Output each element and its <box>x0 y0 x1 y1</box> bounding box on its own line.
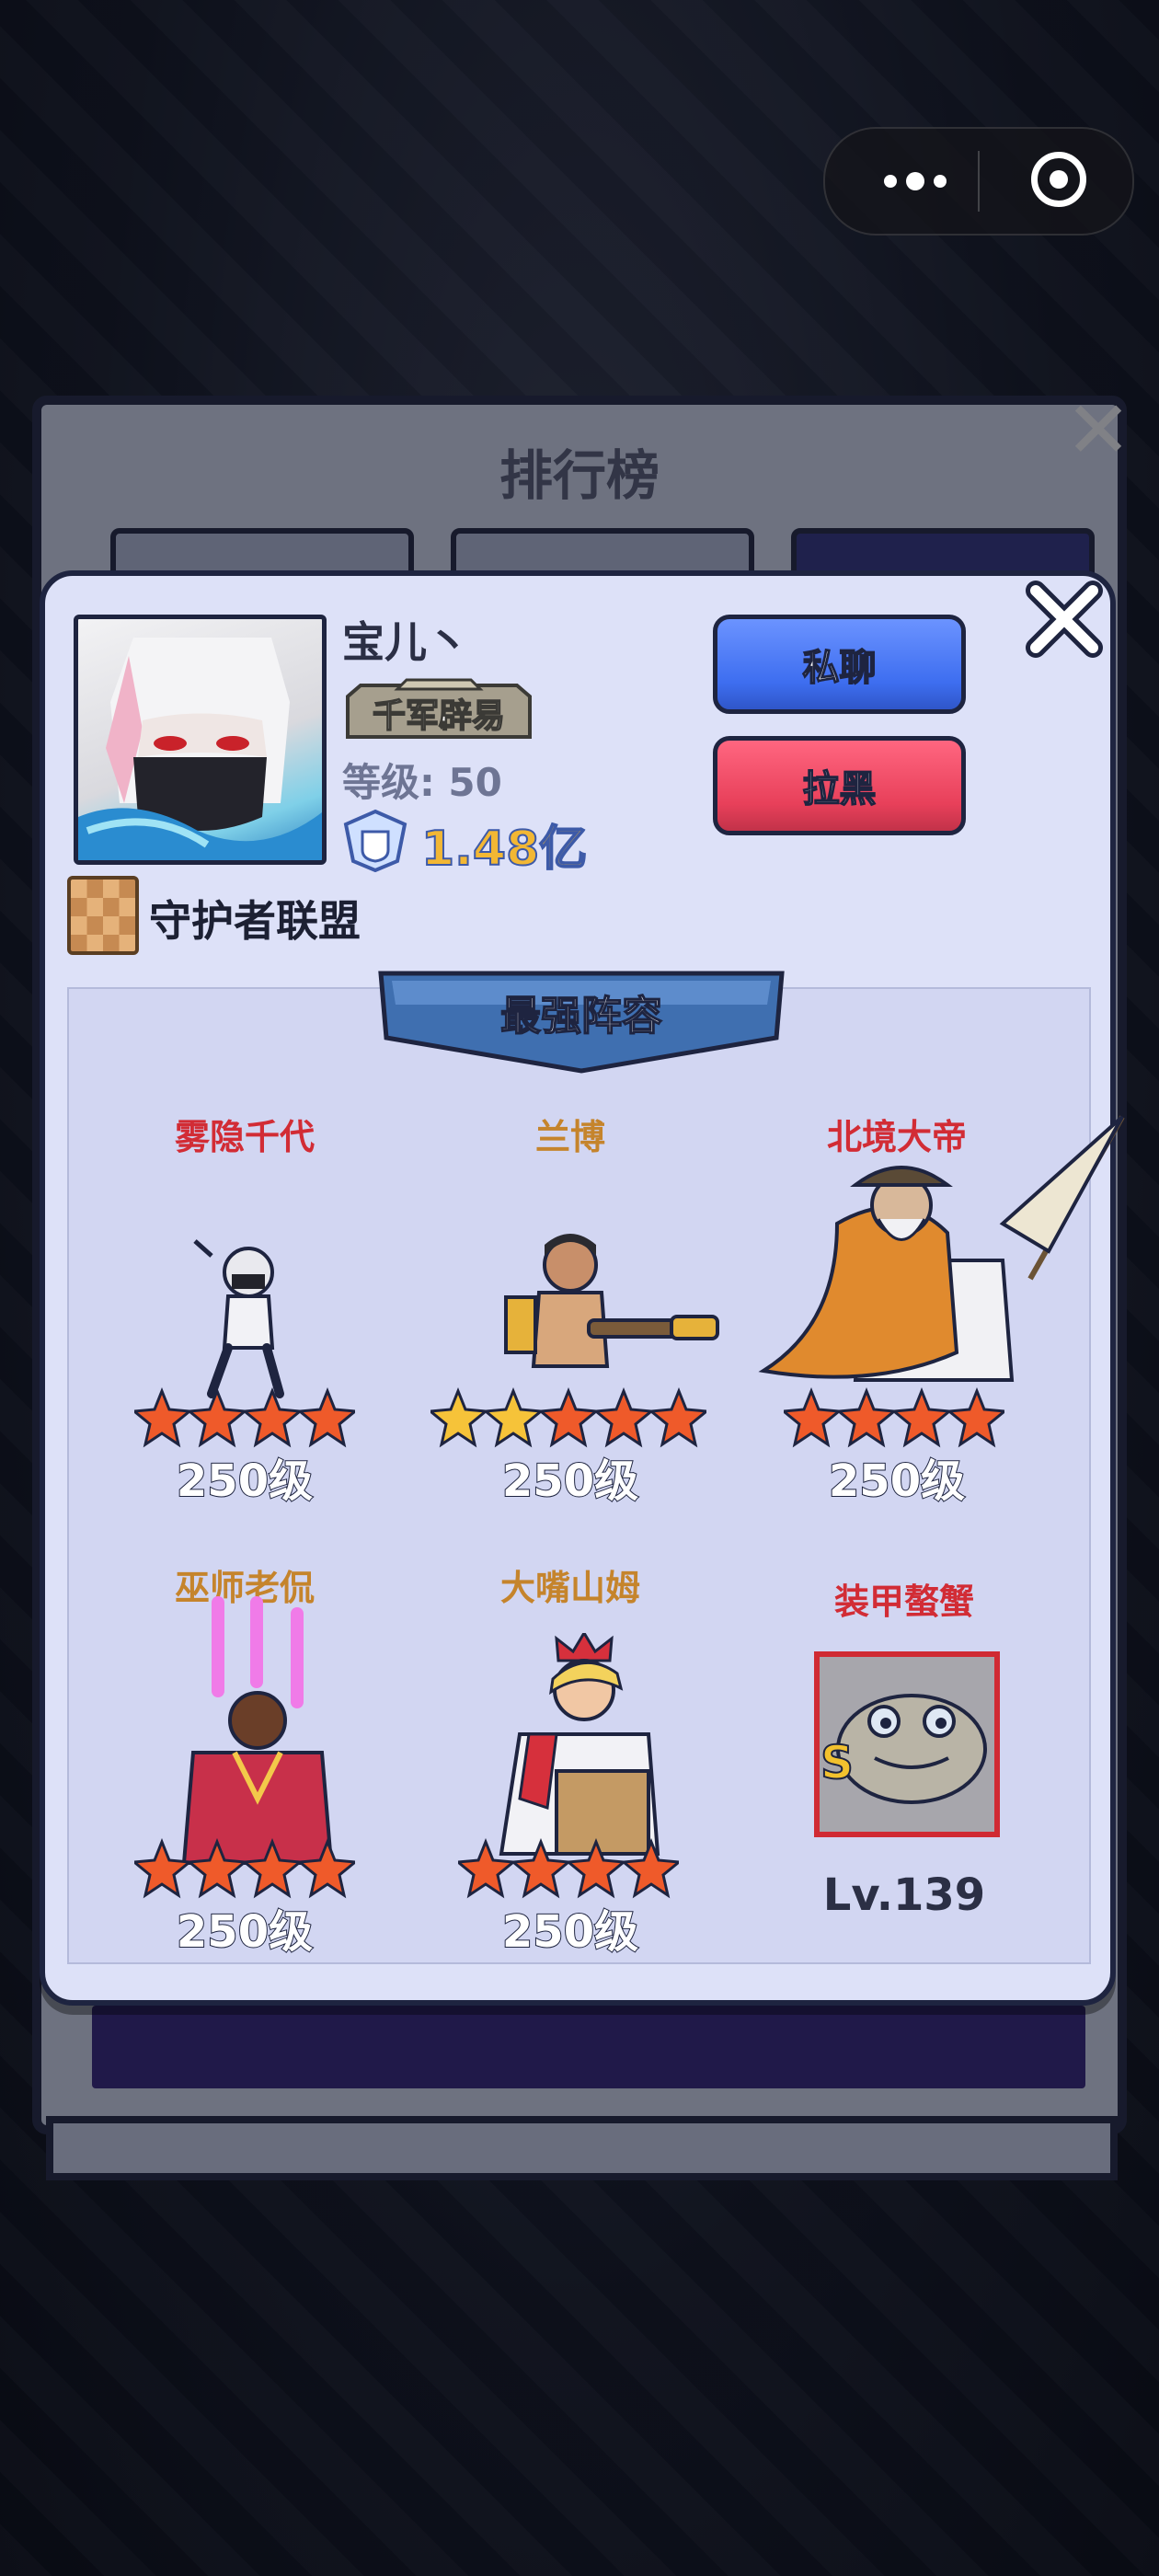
close-miniprogram-icon[interactable] <box>1031 152 1086 207</box>
avatar-portrait-icon <box>78 638 322 860</box>
guild-name: 守护者联盟 <box>149 896 361 946</box>
capsule-divider <box>978 151 980 212</box>
hero-name: 雾隐千代 <box>174 1117 315 1157</box>
block-player-button[interactable]: 拉黑 <box>713 736 966 835</box>
hero-star-rating <box>134 1838 355 1899</box>
player-title-badge: 千军辟易 <box>342 676 535 746</box>
hero-level: 250级 <box>501 1455 639 1508</box>
player-avatar <box>74 615 327 865</box>
miniprogram-capsule <box>823 127 1134 236</box>
power-fist-icon <box>343 809 407 872</box>
hero-ninja-icon[interactable] <box>184 1237 304 1412</box>
hero-level: 250级 <box>828 1455 966 1508</box>
title-badge-text: 千军辟易 <box>372 696 506 736</box>
private-chat-button[interactable]: 私聊 <box>713 615 966 714</box>
lineup-title: 最强阵容 <box>499 992 663 1041</box>
pet-name: 装甲螯蟹 <box>833 1581 974 1622</box>
player-name: 宝儿丶 <box>342 617 469 667</box>
hero-level: 250级 <box>176 1455 314 1508</box>
pet-level: Lv.139 <box>822 1869 986 1921</box>
hero-star-rating <box>784 1387 1004 1448</box>
hero-wizard-icon[interactable] <box>147 1596 350 1872</box>
hero-king-icon[interactable] <box>474 1633 694 1863</box>
lineup-banner: 最强阵容 <box>375 968 787 1076</box>
guild-flag-icon <box>67 876 139 955</box>
hero-star-rating <box>430 1387 706 1448</box>
hero-soldier-icon[interactable] <box>488 1228 727 1403</box>
close-icon[interactable] <box>1023 578 1106 661</box>
hero-level: 250级 <box>501 1905 639 1959</box>
hero-level: 250级 <box>176 1905 314 1959</box>
hero-name: 兰博 <box>534 1117 605 1157</box>
more-icon[interactable] <box>869 156 961 206</box>
pet-grade-badge: S <box>820 1736 855 1789</box>
player-power: 1.48亿 <box>420 821 588 878</box>
hero-star-rating <box>458 1838 679 1899</box>
hero-star-rating <box>134 1387 355 1448</box>
player-level: 等级: 50 <box>342 760 502 805</box>
hero-knight-icon[interactable] <box>727 1113 1131 1417</box>
hero-name: 大嘴山姆 <box>499 1568 640 1608</box>
